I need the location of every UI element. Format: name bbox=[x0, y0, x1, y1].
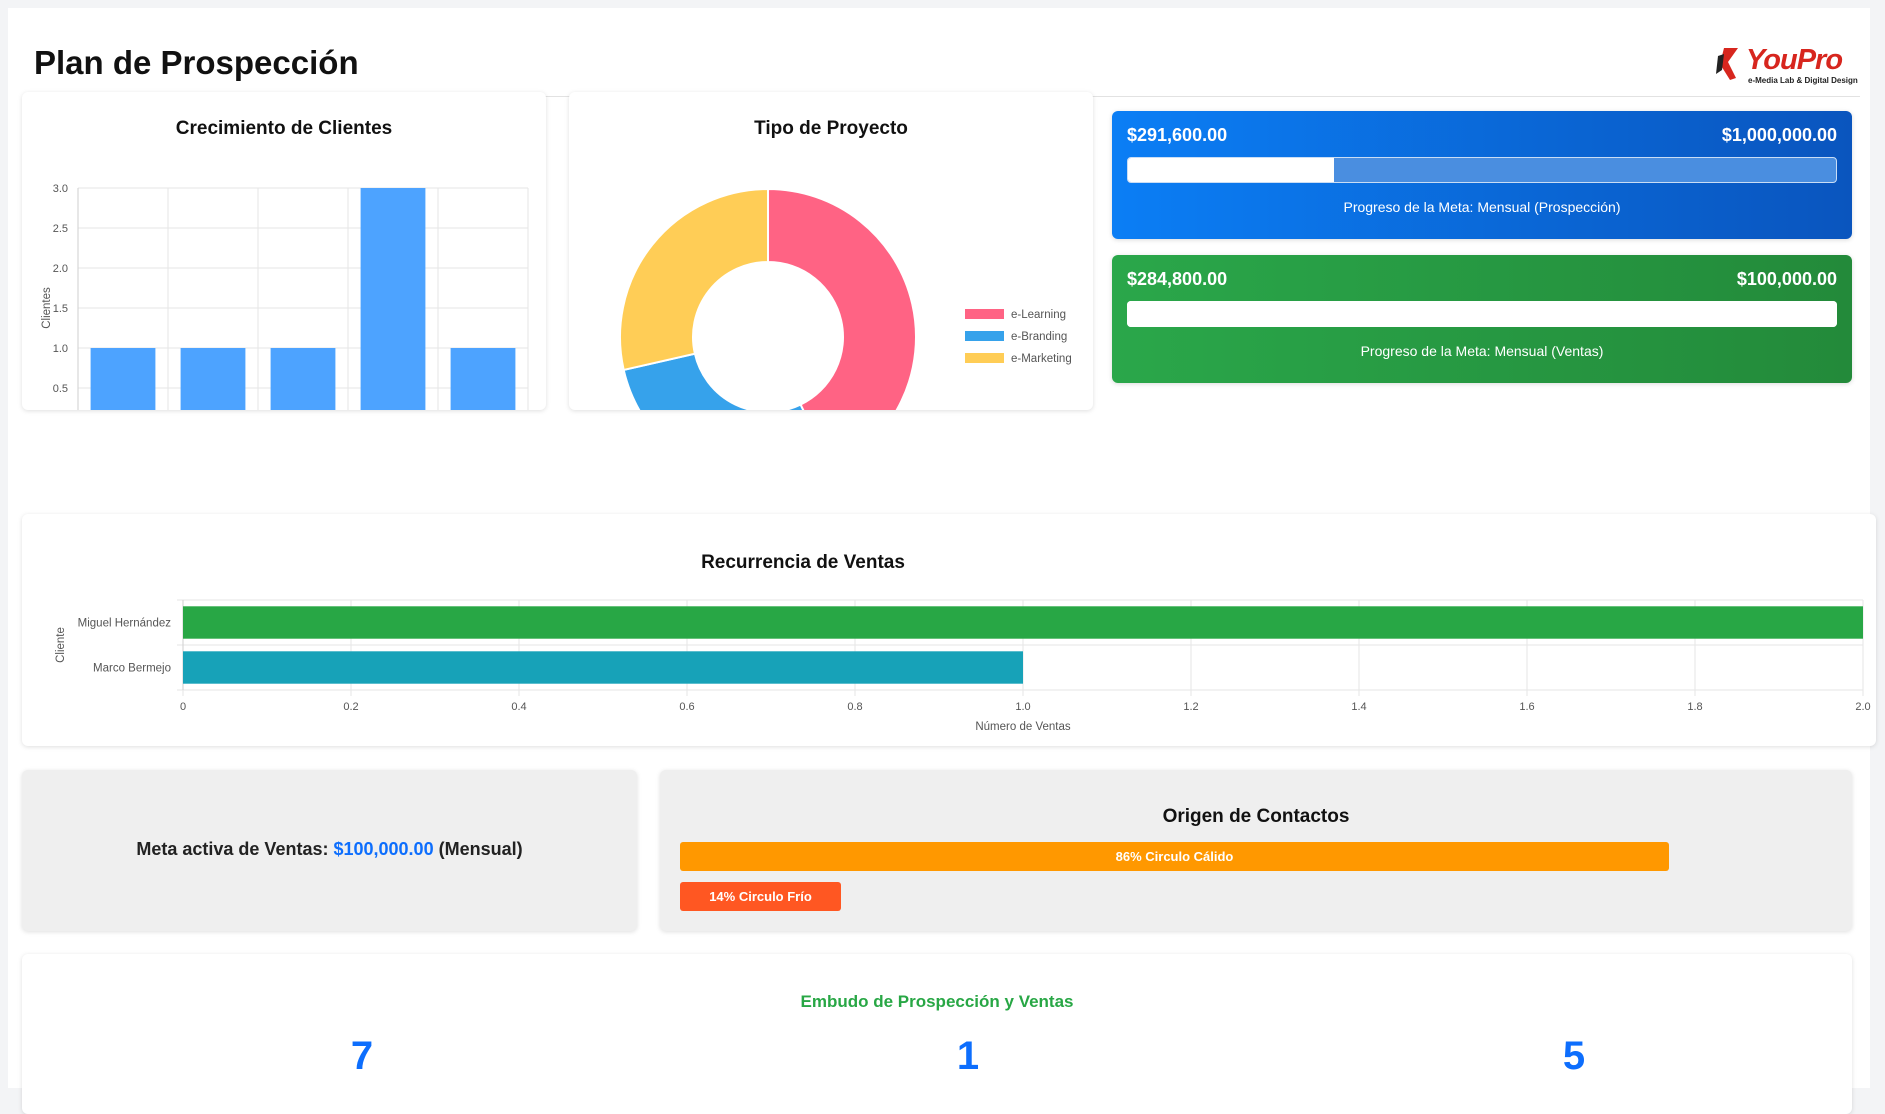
x-tick-label: 0.2 bbox=[343, 701, 358, 713]
sales-recurrence-chart: 0 0.2 0.4 0.6 0.8 1.0 1.2 1.4 1.6 1.8 2.0 Miguel He… bbox=[55, 599, 1871, 733]
goal-progress-fill bbox=[1128, 158, 1335, 182]
y-axis-label: Cliente bbox=[55, 627, 67, 663]
clients-growth-chart: 00.51.01.52.02.53.02025-08-072025-08-142… bbox=[41, 183, 529, 410]
funnel-number-1: 7 bbox=[350, 1034, 374, 1078]
y-tick-label: 1.0 bbox=[53, 343, 68, 355]
bar-Marco Bermejo bbox=[183, 651, 1023, 684]
y-tick-label: 2.0 bbox=[53, 263, 68, 275]
x-tick-label: 1.8 bbox=[1687, 701, 1702, 713]
y-tick-label: 0.5 bbox=[53, 383, 68, 395]
legend-swatch bbox=[965, 353, 1004, 363]
x-tick-label: 0.4 bbox=[511, 701, 526, 713]
logo-text: YouPro bbox=[1746, 44, 1843, 76]
slice-e-Marketing bbox=[619, 187, 769, 372]
slice-e-Learning bbox=[767, 187, 917, 410]
bar-2025-08-14 bbox=[180, 348, 246, 410]
goal-progress-fill bbox=[1127, 301, 1837, 327]
legend-label: e-Branding bbox=[1011, 331, 1067, 343]
x-tick-label: 1.4 bbox=[1351, 701, 1366, 713]
contact-origin-card: Origen de Contactos 86% Circulo Cálido 1… bbox=[660, 770, 1852, 931]
youpro-logo: YouPro e-Media Lab & Digital Design bbox=[1712, 42, 1858, 88]
meta-active-label: Meta activa de Ventas: bbox=[136, 839, 329, 859]
legend-label: e-Learning bbox=[1011, 309, 1066, 321]
project-type-chart: e-Learning e-Branding e-Marketing bbox=[619, 187, 1072, 410]
project-type-card: Tipo de Proyecto e-Learning e-Branding e-M… bbox=[569, 92, 1093, 410]
meta-active-period: (Mensual) bbox=[438, 839, 523, 859]
bar-Miguel Hernández bbox=[183, 606, 1863, 639]
x-tick-label: 0.8 bbox=[847, 701, 862, 713]
meta-active-amount: $100,000.00 bbox=[333, 839, 434, 859]
goal-target-value: $100,000.00 bbox=[1736, 269, 1837, 289]
logo-subtext: e-Media Lab & Digital Design bbox=[1748, 76, 1858, 85]
goal-card-ventas: $284,800.00 $100,000.00 Progreso de la M… bbox=[1112, 255, 1852, 383]
page-header: Plan de Prospección YouPro e-Media Lab &… bbox=[34, 34, 1860, 97]
x-tick-label: 1.6 bbox=[1519, 701, 1534, 713]
funnel-number-2: 1 bbox=[956, 1034, 980, 1078]
goal-current-value: $284,800.00 bbox=[1127, 269, 1228, 289]
funnel-title: Embudo de Prospección y Ventas bbox=[800, 992, 1074, 1011]
y-tick-label: Miguel Hernández bbox=[78, 618, 172, 630]
y-tick-label: 2.5 bbox=[53, 223, 68, 235]
x-tick-label: 1.2 bbox=[1183, 701, 1198, 713]
meta-active-text: Meta activa de Ventas: $100,000.00 (Mens… bbox=[22, 839, 637, 860]
y-tick-label: 3.0 bbox=[53, 183, 68, 195]
goal-progress-track bbox=[1127, 157, 1837, 183]
funnel-number-3: 5 bbox=[1562, 1034, 1586, 1078]
sales-recurrence-card: Recurrencia de Ventas 0 0.2 0.4 0.6 0.8 1.0 1.… bbox=[22, 514, 1876, 746]
x-tick-label: 0 bbox=[180, 701, 186, 713]
goal-caption: Progreso de la Meta: Mensual (Ventas) bbox=[1360, 343, 1604, 359]
legend-swatch bbox=[965, 331, 1004, 341]
goal-card-prospeccion: $291,600.00 $1,000,000.00 Progreso de la… bbox=[1112, 111, 1852, 239]
contact-origin-title: Origen de Contactos bbox=[1162, 806, 1350, 827]
x-tick-label: 1.0 bbox=[1015, 701, 1030, 713]
x-tick-label: 0.6 bbox=[679, 701, 694, 713]
origin-bar-frio: 14% Circulo Frío bbox=[680, 882, 841, 911]
legend-label: e-Marketing bbox=[1011, 353, 1072, 365]
funnel-card: Embudo de Prospección y Ventas 7 1 5 bbox=[22, 954, 1852, 1114]
y-tick-label: 1.5 bbox=[53, 303, 68, 315]
clients-growth-card: Crecimiento de Clientes 00.51.01.52.02.5… bbox=[22, 92, 546, 410]
legend-swatch bbox=[965, 309, 1004, 319]
x-tick-label: 2.0 bbox=[1855, 701, 1870, 713]
goal-target-value: $1,000,000.00 bbox=[1721, 125, 1837, 145]
y-axis-label: Clientes bbox=[41, 287, 53, 329]
goal-progress-track bbox=[1127, 301, 1837, 327]
dashboard-page: Plan de Prospección YouPro e-Media Lab &… bbox=[8, 8, 1876, 1114]
bar-2025-08-20 bbox=[270, 348, 336, 410]
goal-caption: Progreso de la Meta: Mensual (Prospecció… bbox=[1343, 199, 1621, 215]
bar-2025-08-28 bbox=[360, 188, 426, 410]
meta-active-card: Meta activa de Ventas: $100,000.00 (Mens… bbox=[22, 770, 637, 931]
goal-current-value: $291,600.00 bbox=[1127, 125, 1228, 145]
x-axis-label: Número de Ventas bbox=[975, 721, 1071, 733]
bar-2025-08-29 bbox=[450, 348, 516, 410]
logo-mark-icon bbox=[1716, 48, 1738, 80]
bar-2025-08-07 bbox=[90, 348, 156, 410]
origin-bar-calido: 86% Circulo Cálido bbox=[680, 842, 1669, 871]
y-tick-label: Marco Bermejo bbox=[93, 663, 171, 675]
page-title: Plan de Prospección bbox=[34, 44, 359, 81]
